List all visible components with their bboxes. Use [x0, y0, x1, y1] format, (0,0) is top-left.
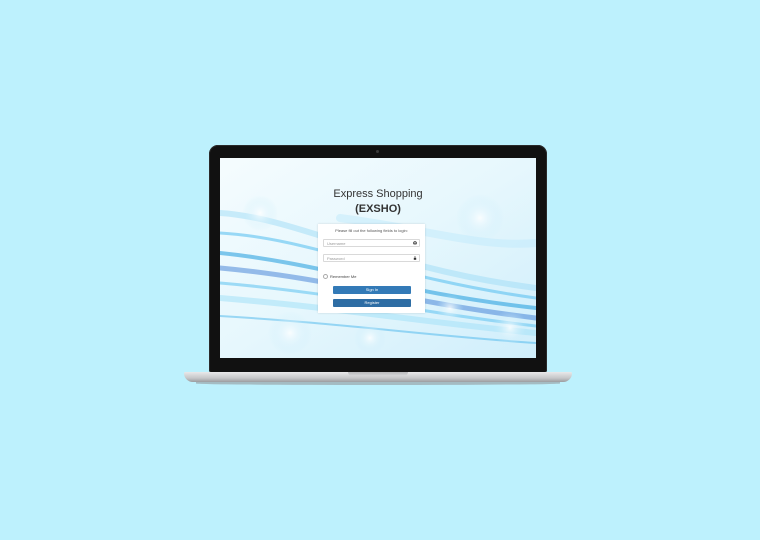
username-placeholder: Username: [327, 241, 346, 246]
register-button[interactable]: Register: [333, 299, 411, 307]
laptop-notch: [348, 372, 408, 376]
sign-in-button[interactable]: Sign In: [333, 286, 411, 294]
remember-label: Remember Me: [330, 274, 357, 279]
username-input[interactable]: Username: [323, 239, 420, 247]
app-abbreviation: (EXSHO): [355, 203, 401, 215]
password-placeholder: Password: [327, 256, 345, 261]
remember-checkbox[interactable]: [323, 274, 328, 280]
laptop-lid: Express Shopping (EXSHO) Please fill out…: [209, 145, 547, 373]
laptop-shadow: [196, 382, 560, 385]
login-hint: Please fill out the following fields to …: [335, 228, 408, 233]
laptop-screen: Express Shopping (EXSHO) Please fill out…: [220, 158, 536, 358]
user-circle-icon: [413, 241, 417, 245]
lock-icon: [413, 256, 417, 260]
camera-icon: [376, 150, 379, 153]
app-title: Express Shopping: [333, 188, 423, 200]
laptop-base: [184, 372, 572, 382]
remember-me[interactable]: Remember Me: [323, 274, 357, 280]
password-input[interactable]: Password: [323, 254, 420, 262]
login-form: Please fill out the following fields to …: [318, 224, 425, 313]
